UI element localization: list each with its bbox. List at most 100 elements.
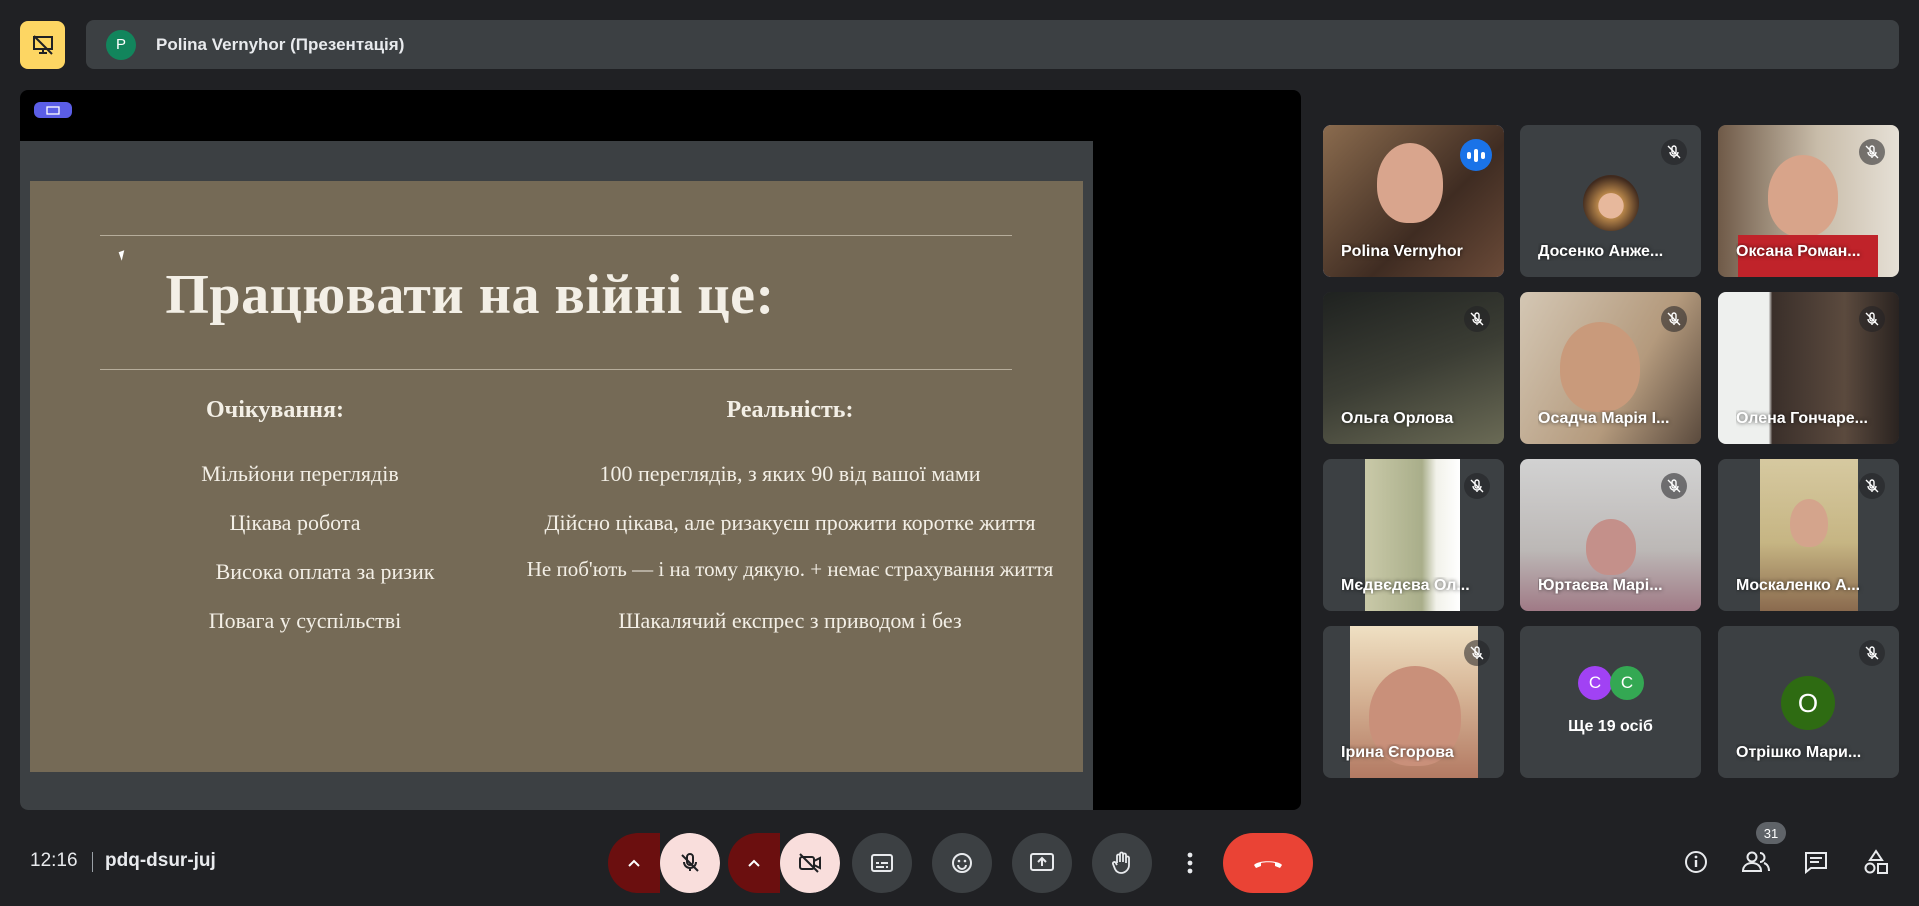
- meeting-time: 12:16: [30, 850, 78, 871]
- reality-item: Не поб'ють — і на тому дякую. + немає ст…: [526, 557, 1054, 581]
- reality-item: Дійсно цікава, але ризакуєш прожити коро…: [544, 510, 1036, 535]
- audio-options-button[interactable]: [608, 833, 660, 893]
- participant-face: [1768, 155, 1838, 237]
- chat-icon: [1805, 852, 1827, 874]
- participant-face: [1560, 322, 1640, 412]
- mic-off-icon: [1464, 473, 1490, 499]
- participant-avatar: [1583, 175, 1639, 231]
- participant-tile[interactable]: О Отрішко Мари...: [1718, 626, 1899, 778]
- hand-icon: [1112, 851, 1130, 874]
- participant-name: Polina Vernyhor: [1341, 243, 1463, 260]
- camera-control: [728, 833, 840, 893]
- video-options-button[interactable]: [728, 833, 780, 893]
- info-icon: [1685, 851, 1707, 873]
- participant-name: Отрішко Мари...: [1736, 744, 1862, 761]
- speaking-indicator-icon: [1460, 139, 1492, 171]
- more-participants-tile[interactable]: С С Ще 19 осіб: [1520, 626, 1701, 778]
- presenter-avatar: P: [106, 29, 136, 60]
- presentation-off-icon: [32, 35, 53, 55]
- participant-face: [1377, 143, 1443, 223]
- camera-toggle-button[interactable]: [780, 833, 840, 893]
- participant-tile[interactable]: Мєдвєдєва Ол...: [1323, 459, 1504, 611]
- expectation-item: Цікава робота: [229, 510, 361, 535]
- mic-off-icon: [1464, 306, 1490, 332]
- mic-off-icon: [1661, 139, 1687, 165]
- end-call-icon: [1254, 861, 1282, 868]
- participant-tile[interactable]: Досенко Анже...: [1520, 125, 1701, 277]
- leave-call-button[interactable]: [1223, 833, 1313, 893]
- expectations-heading: Очікування:: [206, 397, 344, 423]
- presenter-title-bar: P Polina Vernyhor (Презентація): [86, 20, 1899, 69]
- participant-name: Осадча Марія І...: [1538, 410, 1670, 427]
- reactions-button[interactable]: [932, 833, 992, 893]
- slide-divider-bottom: [100, 369, 1012, 370]
- participant-tile[interactable]: Олена Гончаре...: [1718, 292, 1899, 444]
- participant-tile[interactable]: Осадча Марія І...: [1520, 292, 1701, 444]
- participant-tile[interactable]: Оксана Роман...: [1718, 125, 1899, 277]
- microphone-toggle-button[interactable]: [660, 833, 720, 893]
- mouse-cursor-icon: [118, 250, 128, 261]
- chevron-up-icon: [748, 859, 760, 867]
- present-screen-button[interactable]: [1012, 833, 1072, 893]
- expectation-item: Висока оплата за ризик: [215, 559, 435, 584]
- participant-name: Оксана Роман...: [1736, 243, 1861, 260]
- slide-divider-top: [100, 235, 1012, 236]
- participant-tile[interactable]: Юртаєва Марі...: [1520, 459, 1701, 611]
- participant-name: Досенко Анже...: [1538, 243, 1664, 260]
- participant-name: Ольга Орлова: [1341, 410, 1454, 427]
- mic-off-icon: [1464, 640, 1490, 666]
- participant-face: [1586, 519, 1636, 575]
- mic-off-icon: [1859, 306, 1885, 332]
- participant-avatar: С: [1578, 666, 1612, 700]
- more-vert-icon: [1187, 852, 1193, 874]
- people-icon: [1741, 851, 1770, 872]
- mic-off-icon: [1859, 473, 1885, 499]
- presentation-toggle-button[interactable]: [20, 21, 65, 69]
- participant-name: Олена Гончаре...: [1736, 410, 1868, 427]
- chat-button[interactable]: [1796, 842, 1836, 882]
- people-button[interactable]: [1736, 842, 1776, 882]
- top-bar: P Polina Vernyhor (Презентація): [0, 0, 1919, 86]
- reality-item: 100 переглядів, з яких 90 від вашої мами: [599, 461, 981, 486]
- mic-off-icon: [1859, 139, 1885, 165]
- people-count-badge: 31: [1756, 822, 1786, 844]
- mic-off-icon: [681, 853, 699, 872]
- activities-button[interactable]: [1856, 842, 1896, 882]
- participant-avatar: С: [1610, 666, 1644, 700]
- slide: Працювати на війні це: Очікування: Реаль…: [30, 181, 1083, 772]
- participant-tile[interactable]: Ольга Орлова: [1323, 292, 1504, 444]
- participant-name: Юртаєва Марі...: [1538, 577, 1663, 594]
- meeting-code: pdq-dsur-juj: [105, 850, 216, 871]
- participant-tile[interactable]: Ірина Єгорова: [1323, 626, 1504, 778]
- microphone-control: [608, 833, 720, 893]
- chevron-up-icon: [628, 859, 640, 867]
- mic-off-icon: [1661, 473, 1687, 499]
- more-participants-label: Ще 19 осіб: [1568, 718, 1653, 735]
- captions-button[interactable]: [852, 833, 912, 893]
- meeting-details-button[interactable]: [1676, 842, 1716, 882]
- activities-icon: [1864, 849, 1888, 874]
- participant-tile[interactable]: Москаленко А...: [1718, 459, 1899, 611]
- slide-title: Працювати на війні це:: [165, 264, 775, 326]
- participant-name: Ірина Єгорова: [1341, 744, 1454, 761]
- expectation-item: Повага у суспільстві: [208, 608, 402, 633]
- participant-face: [1790, 499, 1828, 547]
- shared-screen: Працювати на війні це: Очікування: Реаль…: [20, 141, 1093, 810]
- emoji-icon: [952, 853, 972, 873]
- more-options-button[interactable]: [1180, 833, 1200, 893]
- bottom-bar: 12:16 pdq-dsur-juj: [0, 820, 1919, 906]
- present-screen-icon: [1030, 853, 1054, 871]
- mic-off-icon: [1859, 640, 1885, 666]
- participant-name: Мєдвєдєва Ол...: [1341, 577, 1470, 594]
- raise-hand-button[interactable]: [1092, 833, 1152, 893]
- divider: [92, 852, 93, 872]
- captions-icon: [871, 854, 893, 872]
- camera-off-icon: [799, 853, 821, 873]
- participant-name: Москаленко А...: [1736, 577, 1861, 594]
- presentation-stage[interactable]: Працювати на війні це: Очікування: Реаль…: [20, 90, 1301, 810]
- reality-heading: Реальність:: [726, 397, 854, 423]
- participant-tile[interactable]: Polina Vernyhor: [1323, 125, 1504, 277]
- participant-avatar: О: [1781, 676, 1835, 730]
- expectation-item: Мільйони переглядів: [201, 461, 399, 486]
- reality-item: Шакалячий експрес з приводом і без: [618, 608, 962, 633]
